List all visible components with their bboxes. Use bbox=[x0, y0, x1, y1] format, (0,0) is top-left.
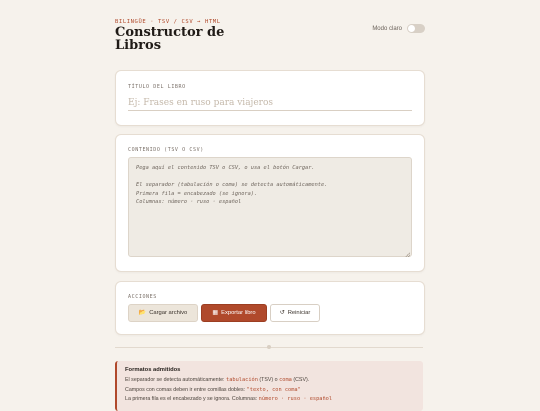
info-text: Campos con comas deben ir entre comillas… bbox=[125, 386, 247, 393]
theme-toggle-group: Modo claro bbox=[372, 24, 425, 33]
page-title-line2: Libros bbox=[115, 38, 162, 53]
content-textarea[interactable]: Pega aquí el contenido TSV o CSV, o usa … bbox=[128, 157, 412, 257]
book-title-card: TÍTULO DEL LIBRO bbox=[115, 70, 425, 126]
divider-ornament bbox=[267, 345, 271, 349]
load-file-button[interactable]: 📂 Cargar archivo bbox=[128, 304, 198, 322]
reset-label: Reiniciar bbox=[287, 310, 311, 316]
info-code: coma bbox=[279, 377, 292, 383]
book-title-input[interactable] bbox=[128, 96, 412, 111]
info-line-columns: La primera fila es el encabezado y se ig… bbox=[125, 395, 415, 405]
theme-toggle[interactable] bbox=[407, 24, 425, 33]
info-text: La primera fila es el encabezado y se ig… bbox=[125, 396, 259, 402]
refresh-icon: ↺ bbox=[279, 310, 285, 316]
resize-handle-icon[interactable] bbox=[405, 252, 410, 257]
book-title-label: TÍTULO DEL LIBRO bbox=[128, 84, 186, 90]
info-text: (TSV) o bbox=[257, 377, 280, 383]
content-card: CONTENIDO (TSV O CSV) Pega aquí el conte… bbox=[115, 134, 425, 272]
info-text: (CSV). bbox=[291, 377, 310, 383]
folder-icon: 📂 bbox=[138, 310, 147, 316]
formats-info-box: Formatos admitidos El separador se detec… bbox=[115, 361, 423, 411]
theme-toggle-label: Modo claro bbox=[372, 25, 402, 32]
info-line-quotes: Campos con comas deben ir entre comillas… bbox=[125, 386, 415, 396]
actions-card: ACCIONES 📂 Cargar archivo ▦ Exportar lib… bbox=[115, 281, 425, 335]
page-title: Constructor de Libros bbox=[115, 26, 224, 52]
reset-button[interactable]: ↺ Reiniciar bbox=[270, 304, 320, 322]
info-code: tabulación bbox=[226, 377, 258, 383]
actions-label: ACCIONES bbox=[128, 294, 157, 300]
toggle-knob bbox=[408, 25, 415, 32]
book-icon: ▦ bbox=[212, 310, 219, 316]
info-code: "texto, con coma" bbox=[246, 386, 301, 393]
content-label: CONTENIDO (TSV O CSV) bbox=[128, 147, 204, 153]
export-book-button[interactable]: ▦ Exportar libro bbox=[201, 304, 267, 322]
info-text: El separador se detecta automáticamente: bbox=[125, 377, 226, 383]
info-title: Formatos admitidos bbox=[125, 367, 181, 373]
info-code: número · ruso · español bbox=[258, 396, 333, 402]
load-file-label: Cargar archivo bbox=[149, 310, 188, 316]
info-line-separator: El separador se detecta automáticamente:… bbox=[125, 376, 415, 386]
export-book-label: Exportar libro bbox=[221, 310, 256, 316]
